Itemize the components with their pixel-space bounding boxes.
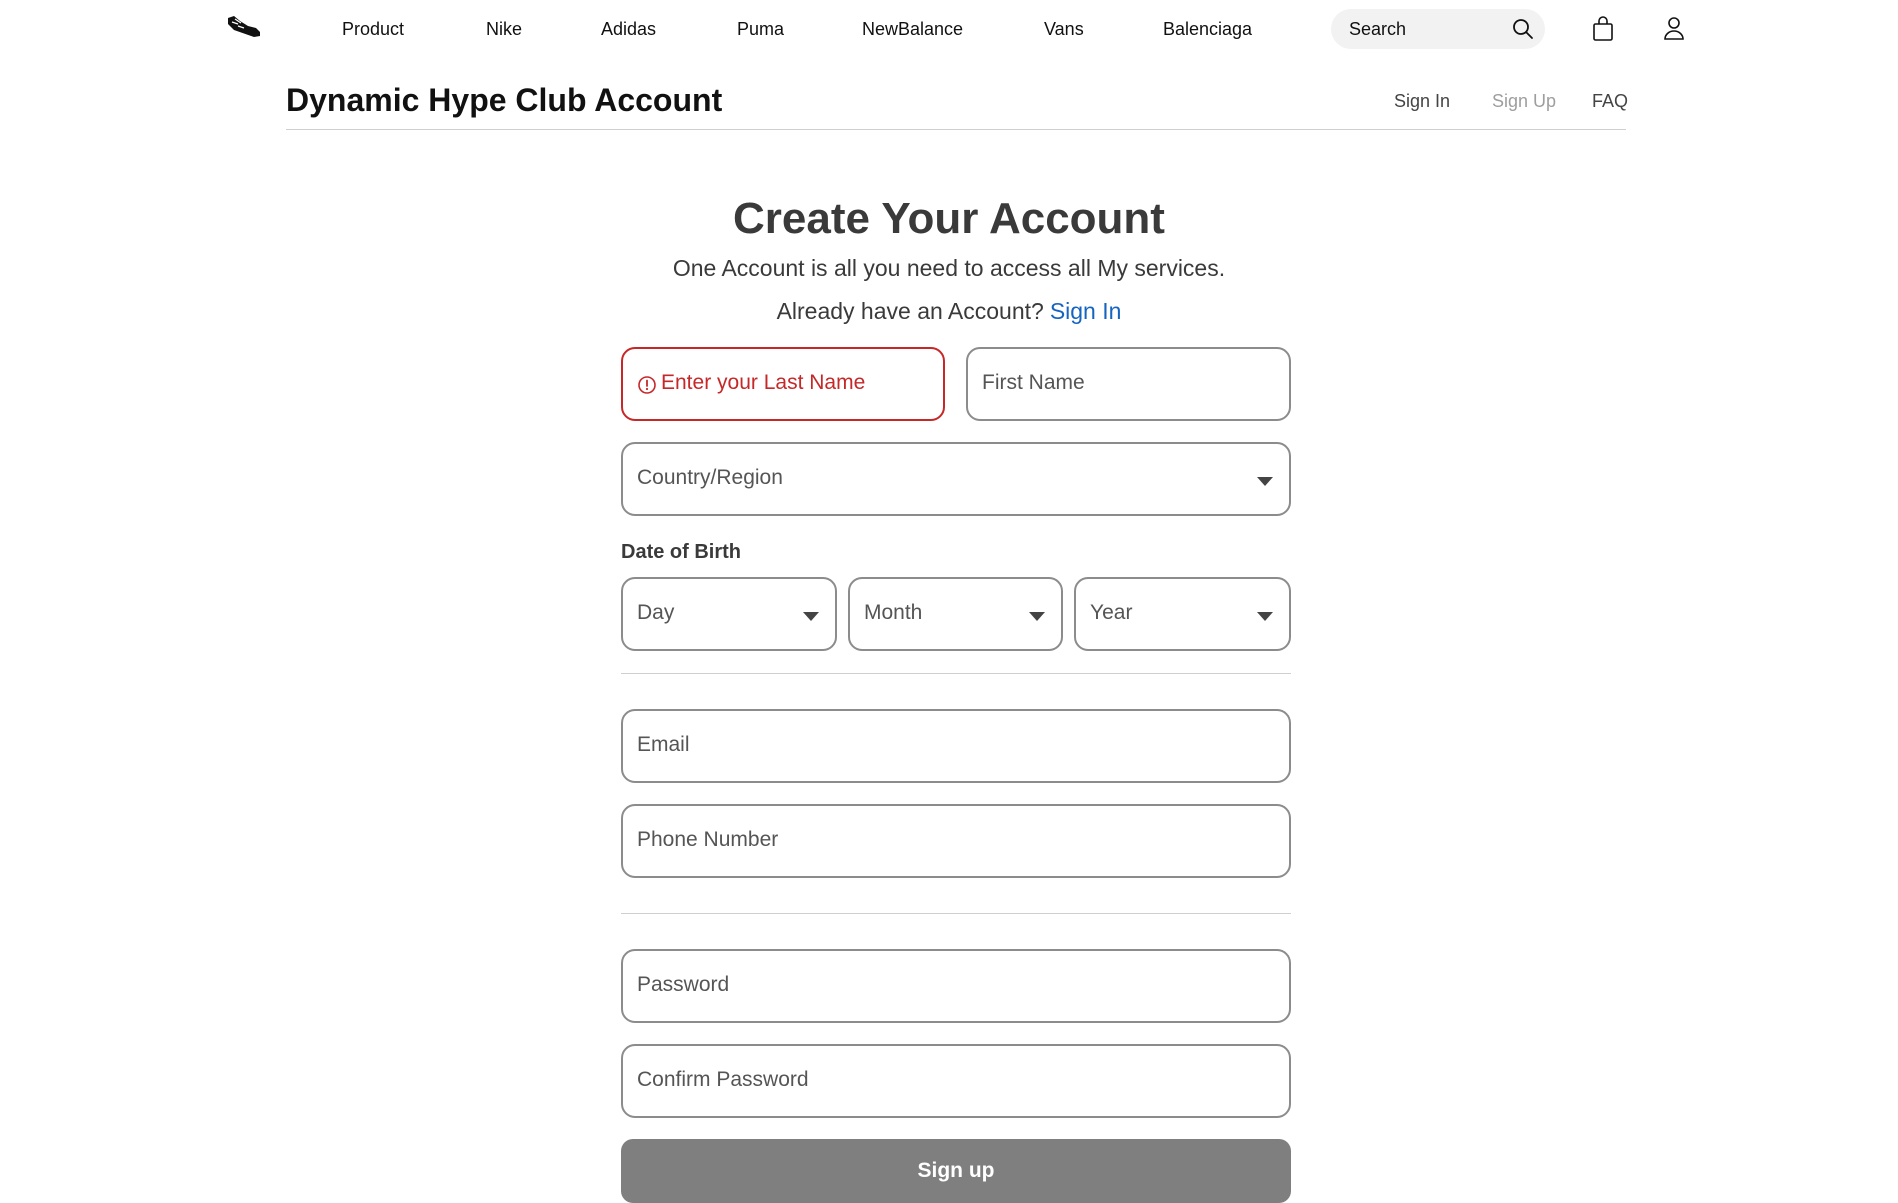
dob-day-select[interactable]: Day [621, 577, 837, 651]
account-subheader: Dynamic Hype Club Account Sign In Sign U… [286, 74, 1628, 130]
email-placeholder: Email [637, 733, 690, 756]
sign-in-inline-link[interactable]: Sign In [1050, 298, 1122, 324]
dob-year-select[interactable]: Year [1074, 577, 1291, 651]
nav-item-product[interactable]: Product [342, 18, 404, 40]
confirm-password-field[interactable]: Confirm Password [621, 1044, 1291, 1118]
dob-month-placeholder: Month [864, 601, 923, 624]
form-tagline: One Account is all you need to access al… [672, 255, 1226, 281]
search-icon[interactable] [1511, 17, 1535, 41]
first-name-placeholder: First Name [982, 371, 1085, 394]
caret-down-icon [803, 612, 819, 621]
nav-item-vans[interactable]: Vans [1044, 18, 1084, 40]
dob-year-placeholder: Year [1090, 601, 1133, 624]
search-input[interactable]: Search [1331, 9, 1545, 49]
shopping-bag-icon[interactable] [1591, 16, 1615, 42]
email-field[interactable]: Email [621, 709, 1291, 783]
password-field[interactable]: Password [621, 949, 1291, 1023]
sign-in-link[interactable]: Sign In [1394, 91, 1450, 112]
nav-item-nike[interactable]: Nike [486, 18, 522, 40]
confirm-password-placeholder: Confirm Password [637, 1068, 809, 1091]
phone-field[interactable]: Phone Number [621, 804, 1291, 878]
caret-down-icon [1257, 612, 1273, 621]
faq-link[interactable]: FAQ [1592, 91, 1628, 112]
last-name-field[interactable]: Enter your Last Name [621, 347, 945, 421]
dob-label: Date of Birth [621, 541, 741, 563]
country-placeholder: Country/Region [637, 466, 783, 489]
user-icon[interactable] [1662, 15, 1686, 41]
nav-item-puma[interactable]: Puma [737, 18, 784, 40]
nav-item-balenciaga[interactable]: Balenciaga [1163, 18, 1252, 40]
last-name-error-text: Enter your Last Name [661, 371, 866, 394]
first-name-field[interactable]: First Name [966, 347, 1291, 421]
phone-placeholder: Phone Number [637, 828, 779, 851]
form-heading: Create Your Account [733, 194, 1165, 243]
dob-month-select[interactable]: Month [848, 577, 1063, 651]
error-icon [638, 376, 656, 394]
nav-item-adidas[interactable]: Adidas [601, 18, 656, 40]
sign-up-link[interactable]: Sign Up [1492, 91, 1556, 112]
caret-down-icon [1257, 477, 1273, 486]
already-have-account: Already have an Account? Sign In [0, 298, 1898, 325]
top-nav: Product Nike Adidas Puma NewBalance Vans… [0, 0, 1898, 58]
search-label: Search [1349, 19, 1407, 39]
password-placeholder: Password [637, 973, 730, 996]
country-select[interactable]: Country/Region [621, 442, 1291, 516]
divider [621, 673, 1291, 674]
sign-up-button[interactable]: Sign up [621, 1139, 1291, 1203]
page-title: Dynamic Hype Club Account [286, 82, 723, 118]
already-have-account-text: Already have an Account? [776, 298, 1044, 324]
nav-item-newbalance[interactable]: NewBalance [862, 18, 963, 40]
divider [621, 913, 1291, 914]
dob-day-placeholder: Day [637, 601, 675, 624]
sneaker-logo-icon[interactable] [226, 12, 262, 40]
caret-down-icon [1029, 612, 1045, 621]
